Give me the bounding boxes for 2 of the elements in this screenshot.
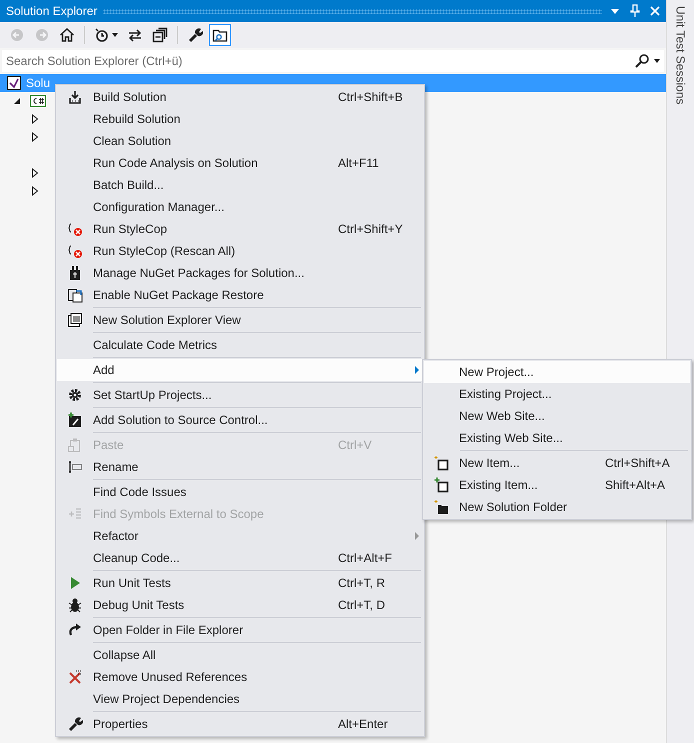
window-title: Solution Explorer	[6, 4, 98, 18]
tree-label: Solu	[26, 76, 50, 90]
